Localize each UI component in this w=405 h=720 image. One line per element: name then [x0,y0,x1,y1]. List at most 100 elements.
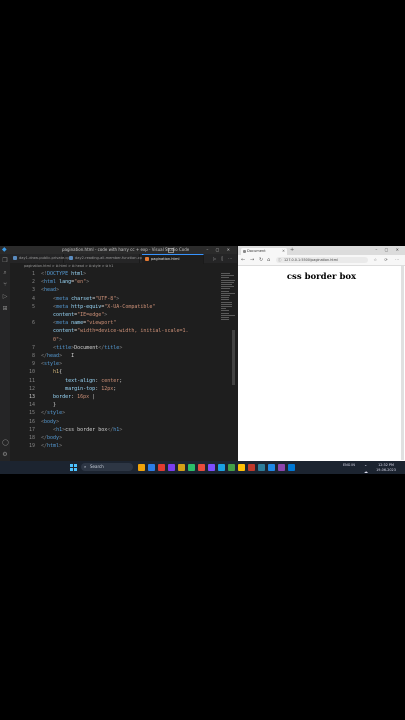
new-tab-icon[interactable]: + [290,247,294,253]
line-number: 10 [28,369,35,376]
line-number: 3 [31,287,35,294]
taskbar-app-icon[interactable] [278,464,285,471]
code-line[interactable]: </style> [41,410,65,416]
taskbar-app-icon[interactable] [158,464,165,471]
code-token: "IE=edge" [77,312,105,318]
code-token: > [59,435,63,441]
extensions-icon[interactable]: ⊞ [2,306,8,312]
code-line[interactable]: </html> [41,443,62,449]
gear-icon[interactable]: ⚙ [2,452,8,458]
browser-menu-icons[interactable]: ☆ ⟳ ⋯ [374,256,402,264]
browser-window: Document ✕ + – ▢ ✕ ← → ↻ ⌂ ⓘ 127.0.0.1:5… [238,246,405,464]
code-line[interactable]: <body> [41,419,59,425]
taskbar-app-icon[interactable] [188,464,195,471]
taskbar-app-icon[interactable] [268,464,275,471]
code-line[interactable]: border: 16px | [41,394,95,400]
editor-actions[interactable]: ▷ ⫿ ⋯ [213,254,234,263]
line-number: 5 [31,303,35,310]
code-line[interactable]: <head> [41,287,59,293]
line-number: 2 [31,279,35,286]
code-line[interactable]: <meta charset="UTF-8"> [41,296,119,302]
editor-tab[interactable]: day2-reading-all-member-function.cpp [66,254,144,263]
taskbar-search[interactable]: ⌕ Search [81,463,133,471]
taskbar-app-icon[interactable] [238,464,245,471]
code-line[interactable]: } [41,402,56,408]
reload-icon[interactable]: ↻ [259,256,263,264]
code-token: ; [119,377,123,384]
taskbar-app-icon[interactable] [248,464,255,471]
explorer-icon[interactable]: ❐ [2,258,8,264]
taskbar-app-icon[interactable] [148,464,155,471]
code-line[interactable]: <meta name="viewport" [41,320,116,326]
line-number: 16 [28,418,35,425]
line-number: 13 [28,394,35,400]
taskbar-app-icon[interactable] [258,464,265,471]
search-icon[interactable]: ⌕ [2,270,8,276]
code-line[interactable]: </head> I [41,353,74,359]
code-line[interactable]: <!DOCTYPE html> [41,271,86,277]
run-debug-icon[interactable]: ▷ [2,294,8,300]
code-editor[interactable]: 1 <!DOCTYPE html> 2 <html lang="en"> 3 <head>… [10,270,237,466]
taskbar-app-icon[interactable] [218,464,225,471]
taskbar-app-icon[interactable] [138,464,145,471]
code-line[interactable]: text-align: center; [41,378,122,384]
code-line[interactable]: <html lang="en"> [41,279,89,285]
code-token: title [56,344,72,351]
taskbar-app-icon[interactable] [178,464,185,471]
clock-date[interactable]: 19-06-2023 [371,468,401,472]
code-token: margin-top [65,385,96,392]
code-token: center [101,377,120,384]
code-line[interactable]: <title>Document</title> [41,345,122,351]
code-line[interactable]: <style> [41,361,62,367]
line-number: 9 [31,361,35,368]
code-token: style [44,361,60,368]
vscode-logo-icon: ◆ [2,246,7,253]
source-control-icon[interactable]: ⑂ [2,282,8,288]
code-line[interactable]: content="IE=edge"> [41,312,107,318]
code-line[interactable]: content="width=device-width, initial-sca… [41,328,189,335]
breadcrumb[interactable]: pagination.html > ⧉ html > ⧉ head > ⧉ st… [10,263,237,270]
taskbar-app-icon[interactable] [168,464,175,471]
editor-scrollbar[interactable] [232,330,235,385]
code-token: { [59,369,63,376]
code-line[interactable]: h1{ [41,369,62,375]
vscode-title-bar: ◆ pagination.html - code with harry cc +… [0,246,237,254]
window-controls[interactable]: – ▢ ✕ [206,246,233,254]
activity-bar: ❐ ⌕ ⑂ ▷ ⊞ ◯ ⚙ [0,254,10,466]
browser-tab[interactable]: Document ✕ [241,248,287,255]
taskbar-app-icon[interactable] [198,464,205,471]
code-line[interactable]: 0"> [41,337,62,343]
code-line[interactable]: <h1>css border box</h1> [41,427,122,433]
line-number: 11 [28,377,35,384]
code-line[interactable]: </body> [41,435,62,441]
browser-scrollbar[interactable] [401,266,404,460]
taskbar-app-icon[interactable] [228,464,235,471]
vscode-window-title: pagination.html - code with harry cc + e… [62,247,190,252]
editor-tab[interactable]: day1-draw-public-private.cpp [10,254,72,263]
home-icon[interactable]: ⌂ [267,256,270,264]
clock-time[interactable]: 12:32 PM [371,463,401,467]
code-token: Document [74,344,99,351]
taskbar-app-icon[interactable] [208,464,215,471]
account-icon[interactable]: ◯ [2,440,9,446]
code-line[interactable]: margin-top: 12px; [41,386,116,392]
browser-window-controls[interactable]: – ▢ ✕ [375,246,402,254]
language-indicator[interactable]: ENG IN [339,463,359,467]
code-token: > [116,295,120,302]
code-token: content [53,328,75,335]
address-bar[interactable]: ⓘ 127.0.0.1:5500/pagination.html [276,257,368,263]
code-token: > [83,271,87,277]
code-token: "width=device-width, initial-scale=1. [77,328,189,335]
back-icon[interactable]: ← [241,256,245,264]
system-icons[interactable]: ⌃ ☁ ◉ ♪ [364,464,369,474]
taskbar-app-icon[interactable] [288,464,295,471]
close-tab-icon[interactable]: ✕ [282,248,285,255]
windows-start-icon[interactable] [70,464,77,471]
browser-tab-strip: Document ✕ + – ▢ ✕ [238,246,405,255]
code-line[interactable]: <meta http-equiv="X-UA-Compatible" [41,304,155,310]
forward-icon[interactable]: → [250,256,254,264]
code-token: charset [68,295,93,302]
line-number: 6 [31,320,35,327]
